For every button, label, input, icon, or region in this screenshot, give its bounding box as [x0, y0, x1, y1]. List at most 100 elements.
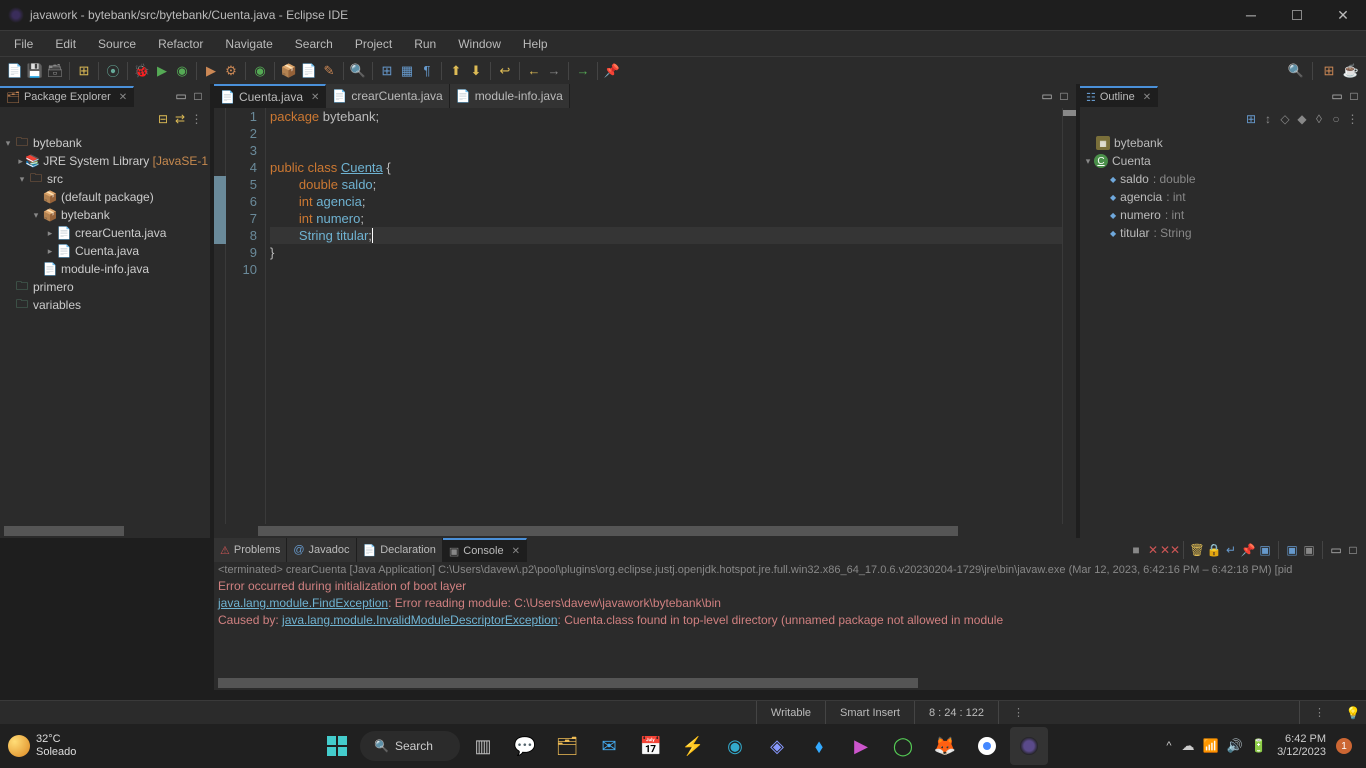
file-module-info[interactable]: 📄module-info.java — [2, 260, 208, 278]
task-view-icon[interactable]: ▥ — [464, 727, 502, 765]
external-tools-icon[interactable]: ⚙ — [222, 62, 240, 80]
chat-icon[interactable]: 💬 — [506, 727, 544, 765]
tab-problems[interactable]: ⚠Problems — [214, 538, 287, 562]
save-all-icon[interactable]: 🗃 — [46, 62, 64, 80]
outline-field-agencia[interactable]: ◆agencia: int — [1082, 188, 1364, 206]
menu-help[interactable]: Help — [513, 33, 558, 55]
coverage-icon[interactable]: ◉ — [173, 62, 191, 80]
outline-field-saldo[interactable]: ◆saldo: double — [1082, 170, 1364, 188]
default-package-node[interactable]: 📦(default package) — [2, 188, 208, 206]
display-console-icon[interactable]: ▣ — [1258, 543, 1272, 557]
tab-moduleinfo[interactable]: 📄 module-info.java — [450, 84, 570, 108]
start-button[interactable] — [318, 727, 356, 765]
close-icon[interactable]: ✕ — [512, 546, 520, 557]
back-icon[interactable]: ← — [525, 62, 543, 80]
outline-field-numero[interactable]: ◆numero: int — [1082, 206, 1364, 224]
minimize-view-icon[interactable]: ▭ — [1329, 543, 1343, 557]
view-menu-icon[interactable]: ⋮ — [190, 112, 204, 126]
toggle-breadcrumb-icon[interactable]: ⊞ — [75, 62, 93, 80]
pin-console-icon[interactable]: 📌 — [1241, 543, 1255, 557]
src-folder-node[interactable]: ▾🗀src — [2, 170, 208, 188]
menu-source[interactable]: Source — [88, 33, 146, 55]
minimize-view-icon[interactable]: ▭ — [1330, 89, 1344, 103]
open-type-icon[interactable]: ✎ — [320, 62, 338, 80]
dropbox-icon[interactable]: ⬧ — [800, 727, 838, 765]
minimize-editor-icon[interactable]: ▭ — [1040, 89, 1054, 103]
project-node[interactable]: ▾🗀bytebank — [2, 134, 208, 152]
terminate-icon[interactable]: ■ — [1129, 543, 1143, 557]
word-wrap-icon[interactable]: ↵ — [1224, 543, 1238, 557]
menu-edit[interactable]: Edit — [45, 33, 86, 55]
collapse-all-icon[interactable]: ⊟ — [156, 112, 170, 126]
minimize-button[interactable]: ─ — [1228, 0, 1274, 30]
weather-widget[interactable]: 32°C Soleado — [8, 733, 76, 759]
new-icon[interactable]: 📄 — [6, 62, 24, 80]
minimize-view-icon[interactable]: ▭ — [174, 89, 188, 103]
hide-fields-icon[interactable]: ◇ — [1278, 112, 1292, 126]
run-icon[interactable]: ▶ — [153, 62, 171, 80]
tip-icon[interactable]: 💡 — [1346, 706, 1360, 720]
copilot-icon[interactable]: ◈ — [758, 727, 796, 765]
remove-all-icon[interactable]: ✕✕ — [1163, 543, 1177, 557]
toggle-block-icon[interactable]: ▦ — [398, 62, 416, 80]
explorer-icon[interactable]: 🗂 — [548, 727, 586, 765]
forward-icon[interactable]: → — [545, 62, 563, 80]
mail-icon[interactable]: ✉ — [590, 727, 628, 765]
menu-run[interactable]: Run — [404, 33, 446, 55]
tray-chevron-icon[interactable]: ^ — [1166, 740, 1171, 752]
media-icon[interactable]: ▶ — [842, 727, 880, 765]
forward-history-icon[interactable]: → — [574, 62, 592, 80]
link-editor-icon[interactable]: ⇄ — [173, 112, 187, 126]
maximize-editor-icon[interactable]: □ — [1057, 89, 1071, 103]
project-primero[interactable]: 🗀primero — [2, 278, 208, 296]
quick-access-icon[interactable]: 🔍 — [1287, 62, 1305, 80]
overview-ruler[interactable] — [1062, 108, 1076, 524]
code-editor[interactable]: 1 2 3 4 5 6 7 8 9 10 package bytebank; p… — [214, 108, 1076, 524]
notification-badge[interactable]: 1 — [1336, 738, 1352, 754]
battery-icon[interactable]: 🔋 — [1251, 738, 1267, 754]
close-button[interactable]: ✕ — [1320, 0, 1366, 30]
tab-javadoc[interactable]: @Javadoc — [287, 538, 356, 562]
tab-console[interactable]: ▣Console✕ — [443, 538, 527, 562]
open-console-icon[interactable]: ▣ — [1285, 543, 1299, 557]
clear-console-icon[interactable]: 🗑 — [1190, 543, 1204, 557]
close-icon[interactable]: ✕ — [311, 92, 319, 103]
console-output[interactable]: Error occurred during initialization of … — [214, 578, 1366, 676]
wifi-icon[interactable]: 📶 — [1203, 738, 1219, 754]
file-cuenta[interactable]: ▸📄Cuenta.java — [2, 242, 208, 260]
menu-search[interactable]: Search — [285, 33, 343, 55]
maximize-view-icon[interactable]: □ — [191, 89, 205, 103]
menu-refactor[interactable]: Refactor — [148, 33, 213, 55]
maximize-view-icon[interactable]: □ — [1347, 89, 1361, 103]
show-console-icon[interactable]: ▣ — [1302, 543, 1316, 557]
volume-icon[interactable]: 🔊 — [1227, 738, 1243, 754]
status-trim-icon[interactable]: ⋮ — [1299, 701, 1340, 724]
new-java-project-icon[interactable]: ◉ — [251, 62, 269, 80]
hide-nonpublic-icon[interactable]: ◊ — [1312, 112, 1326, 126]
last-edit-icon[interactable]: ↩ — [496, 62, 514, 80]
hide-local-icon[interactable]: ○ — [1329, 112, 1343, 126]
show-whitespace-icon[interactable]: ¶ — [418, 62, 436, 80]
calendar-icon[interactable]: 📅 — [632, 727, 670, 765]
outline-field-titular[interactable]: ◆titular: String — [1082, 224, 1364, 242]
tab-cuenta[interactable]: 📄 Cuenta.java ✕ — [214, 84, 326, 108]
system-clock[interactable]: 6:42 PM 3/12/2023 — [1277, 733, 1326, 759]
taskbar-search[interactable]: 🔍Search — [360, 731, 460, 761]
close-icon[interactable]: ✕ — [1143, 92, 1151, 103]
new-package-icon[interactable]: 📦 — [280, 62, 298, 80]
tab-declaration[interactable]: 📄Declaration — [357, 538, 443, 562]
outline-tab[interactable]: ☷ Outline ✕ — [1080, 86, 1158, 107]
eclipse-taskbar-icon[interactable] — [1010, 727, 1048, 765]
focus-icon[interactable]: ⊞ — [1244, 112, 1258, 126]
file-crearcuenta[interactable]: ▸📄crearCuenta.java — [2, 224, 208, 242]
save-icon[interactable]: 💾 — [26, 62, 44, 80]
onedrive-icon[interactable]: ☁ — [1182, 738, 1195, 754]
open-perspective-icon[interactable]: ⊞ — [1320, 62, 1338, 80]
circle-icon[interactable]: ◯ — [884, 727, 922, 765]
toggle-mark-icon[interactable]: ⊞ — [378, 62, 396, 80]
menu-file[interactable]: File — [4, 33, 43, 55]
search-icon[interactable]: 🔍 — [349, 62, 367, 80]
menu-project[interactable]: Project — [345, 33, 402, 55]
menu-navigate[interactable]: Navigate — [215, 33, 282, 55]
close-icon[interactable]: ✕ — [119, 92, 127, 103]
